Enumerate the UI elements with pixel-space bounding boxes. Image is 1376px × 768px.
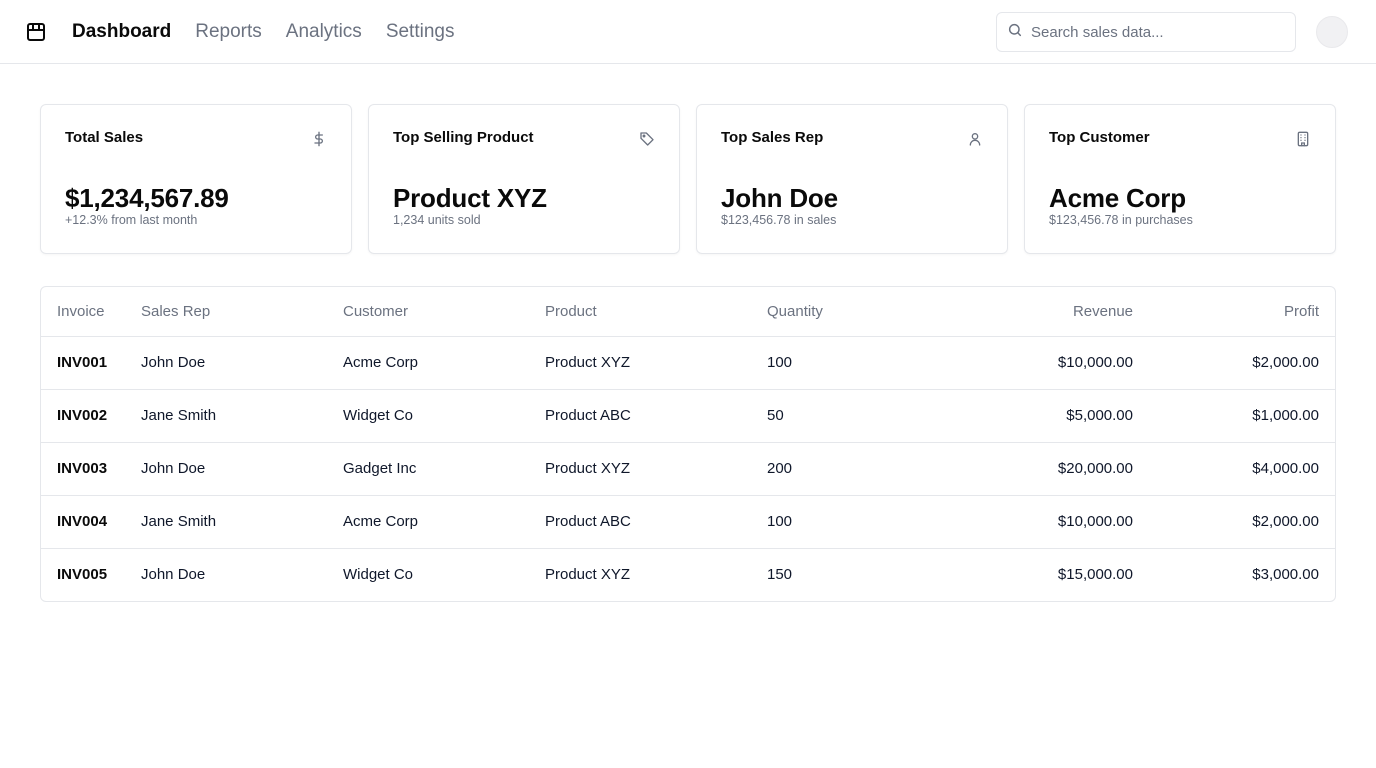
top-navbar: Dashboard Reports Analytics Settings [0,0,1376,64]
cell-invoice: INV005 [57,566,108,584]
table-row[interactable]: INV004 Jane Smith Acme Corp Product ABC … [41,495,1335,549]
building-icon [1295,131,1311,147]
cell-customer: Widget Co [343,566,414,584]
header-customer[interactable]: Customer [343,287,545,337]
cell-product: Product XYZ [545,442,767,496]
nav-dashboard[interactable]: Dashboard [72,21,171,43]
cell-quantity: 50 [767,389,887,443]
cell-profit: $1,000.00 [1133,389,1335,443]
card-value: John Doe [721,183,838,213]
header-profit[interactable]: Profit [1133,287,1335,337]
nav-analytics[interactable]: Analytics [286,21,362,43]
card-value: $1,234,567.89 [65,183,229,213]
cell-profit: $2,000.00 [1133,495,1335,549]
dollar-icon [311,131,327,147]
cell-customer: Acme Corp [343,495,545,549]
cell-quantity: 200 [767,442,887,496]
cell-quantity: 100 [767,336,887,390]
card-subtext: +12.3% from last month [65,213,198,227]
nav-reports[interactable]: Reports [195,21,262,43]
card-value: Product XYZ [393,183,547,213]
cell-customer: Gadget Inc [343,442,545,496]
card-top-rep: Top Sales Rep John Doe $123,456.78 in sa… [696,104,1008,254]
header-sales-rep[interactable]: Sales Rep [141,287,343,337]
cell-product: Product ABC [545,495,767,549]
table-row[interactable]: INV005 John Doe Widget Co Product XYZ 15… [41,548,1335,601]
card-title: Top Selling Product [393,129,534,146]
card-subtext: $123,456.78 in purchases [1049,213,1193,227]
cell-product: Product XYZ [545,336,767,390]
box-icon[interactable] [24,20,48,44]
header-invoice[interactable]: Invoice [41,287,141,337]
sales-table: Invoice Sales Rep Customer Product Quant… [40,286,1336,602]
cell-product: Product ABC [545,389,767,443]
cell-sales-rep: Jane Smith [141,495,343,549]
cell-profit: $4,000.00 [1133,442,1335,496]
search-box[interactable] [996,12,1296,52]
card-subtext: $123,456.78 in sales [721,213,837,227]
cell-customer: Acme Corp [343,336,545,390]
cell-revenue: $10,000.00 [887,336,1133,390]
cell-sales-rep: John Doe [141,336,343,390]
cell-invoice: INV004 [41,495,141,549]
table-row[interactable]: INV003 John Doe Gadget Inc Product XYZ 2… [41,442,1335,496]
card-subtext: 1,234 units sold [393,213,481,227]
card-top-product: Top Selling Product Product XYZ 1,234 un… [368,104,680,254]
cell-sales-rep: John Doe [141,566,206,584]
card-title: Top Sales Rep [721,129,824,146]
cell-revenue: $10,000.00 [887,495,1133,549]
header-quantity[interactable]: Quantity [767,287,887,337]
table-row[interactable]: INV001 John Doe Acme Corp Product XYZ 10… [41,336,1335,390]
cell-customer: Widget Co [343,389,545,443]
header-product[interactable]: Product [545,287,767,337]
cell-sales-rep: Jane Smith [141,389,343,443]
cell-revenue: $5,000.00 [887,389,1133,443]
cell-quantity: 100 [767,495,887,549]
nav-settings[interactable]: Settings [386,21,455,43]
table-row[interactable]: INV002 Jane Smith Widget Co Product ABC … [41,389,1335,443]
cell-invoice: INV002 [41,389,141,443]
cell-revenue: $15,000.00 [1057,566,1133,584]
cell-revenue: $20,000.00 [887,442,1133,496]
cell-invoice: INV003 [41,442,141,496]
cell-invoice: INV001 [41,336,141,390]
card-value: Acme Corp [1049,183,1186,213]
search-input[interactable] [1031,23,1281,41]
header-revenue[interactable]: Revenue [887,287,1133,337]
main-nav: Dashboard Reports Analytics Settings [72,0,454,64]
avatar[interactable] [1316,16,1348,48]
cell-quantity: 150 [767,566,793,584]
table-header-row: Invoice Sales Rep Customer Product Quant… [41,287,1335,337]
user-icon [967,131,983,147]
card-title: Top Customer [1049,129,1150,146]
cell-profit: $2,000.00 [1133,336,1335,390]
cell-sales-rep: John Doe [141,442,343,496]
tag-icon [639,131,655,147]
cell-profit: $3,000.00 [1252,566,1319,584]
cell-product: Product XYZ [545,566,631,584]
card-top-customer: Top Customer Acme Corp $123,456.78 in pu… [1024,104,1336,254]
summary-cards: Total Sales $1,234,567.89 +12.3% from la… [40,104,1336,254]
card-total-sales: Total Sales $1,234,567.89 +12.3% from la… [40,104,352,254]
card-title: Total Sales [65,129,144,146]
search-icon [1007,22,1023,43]
